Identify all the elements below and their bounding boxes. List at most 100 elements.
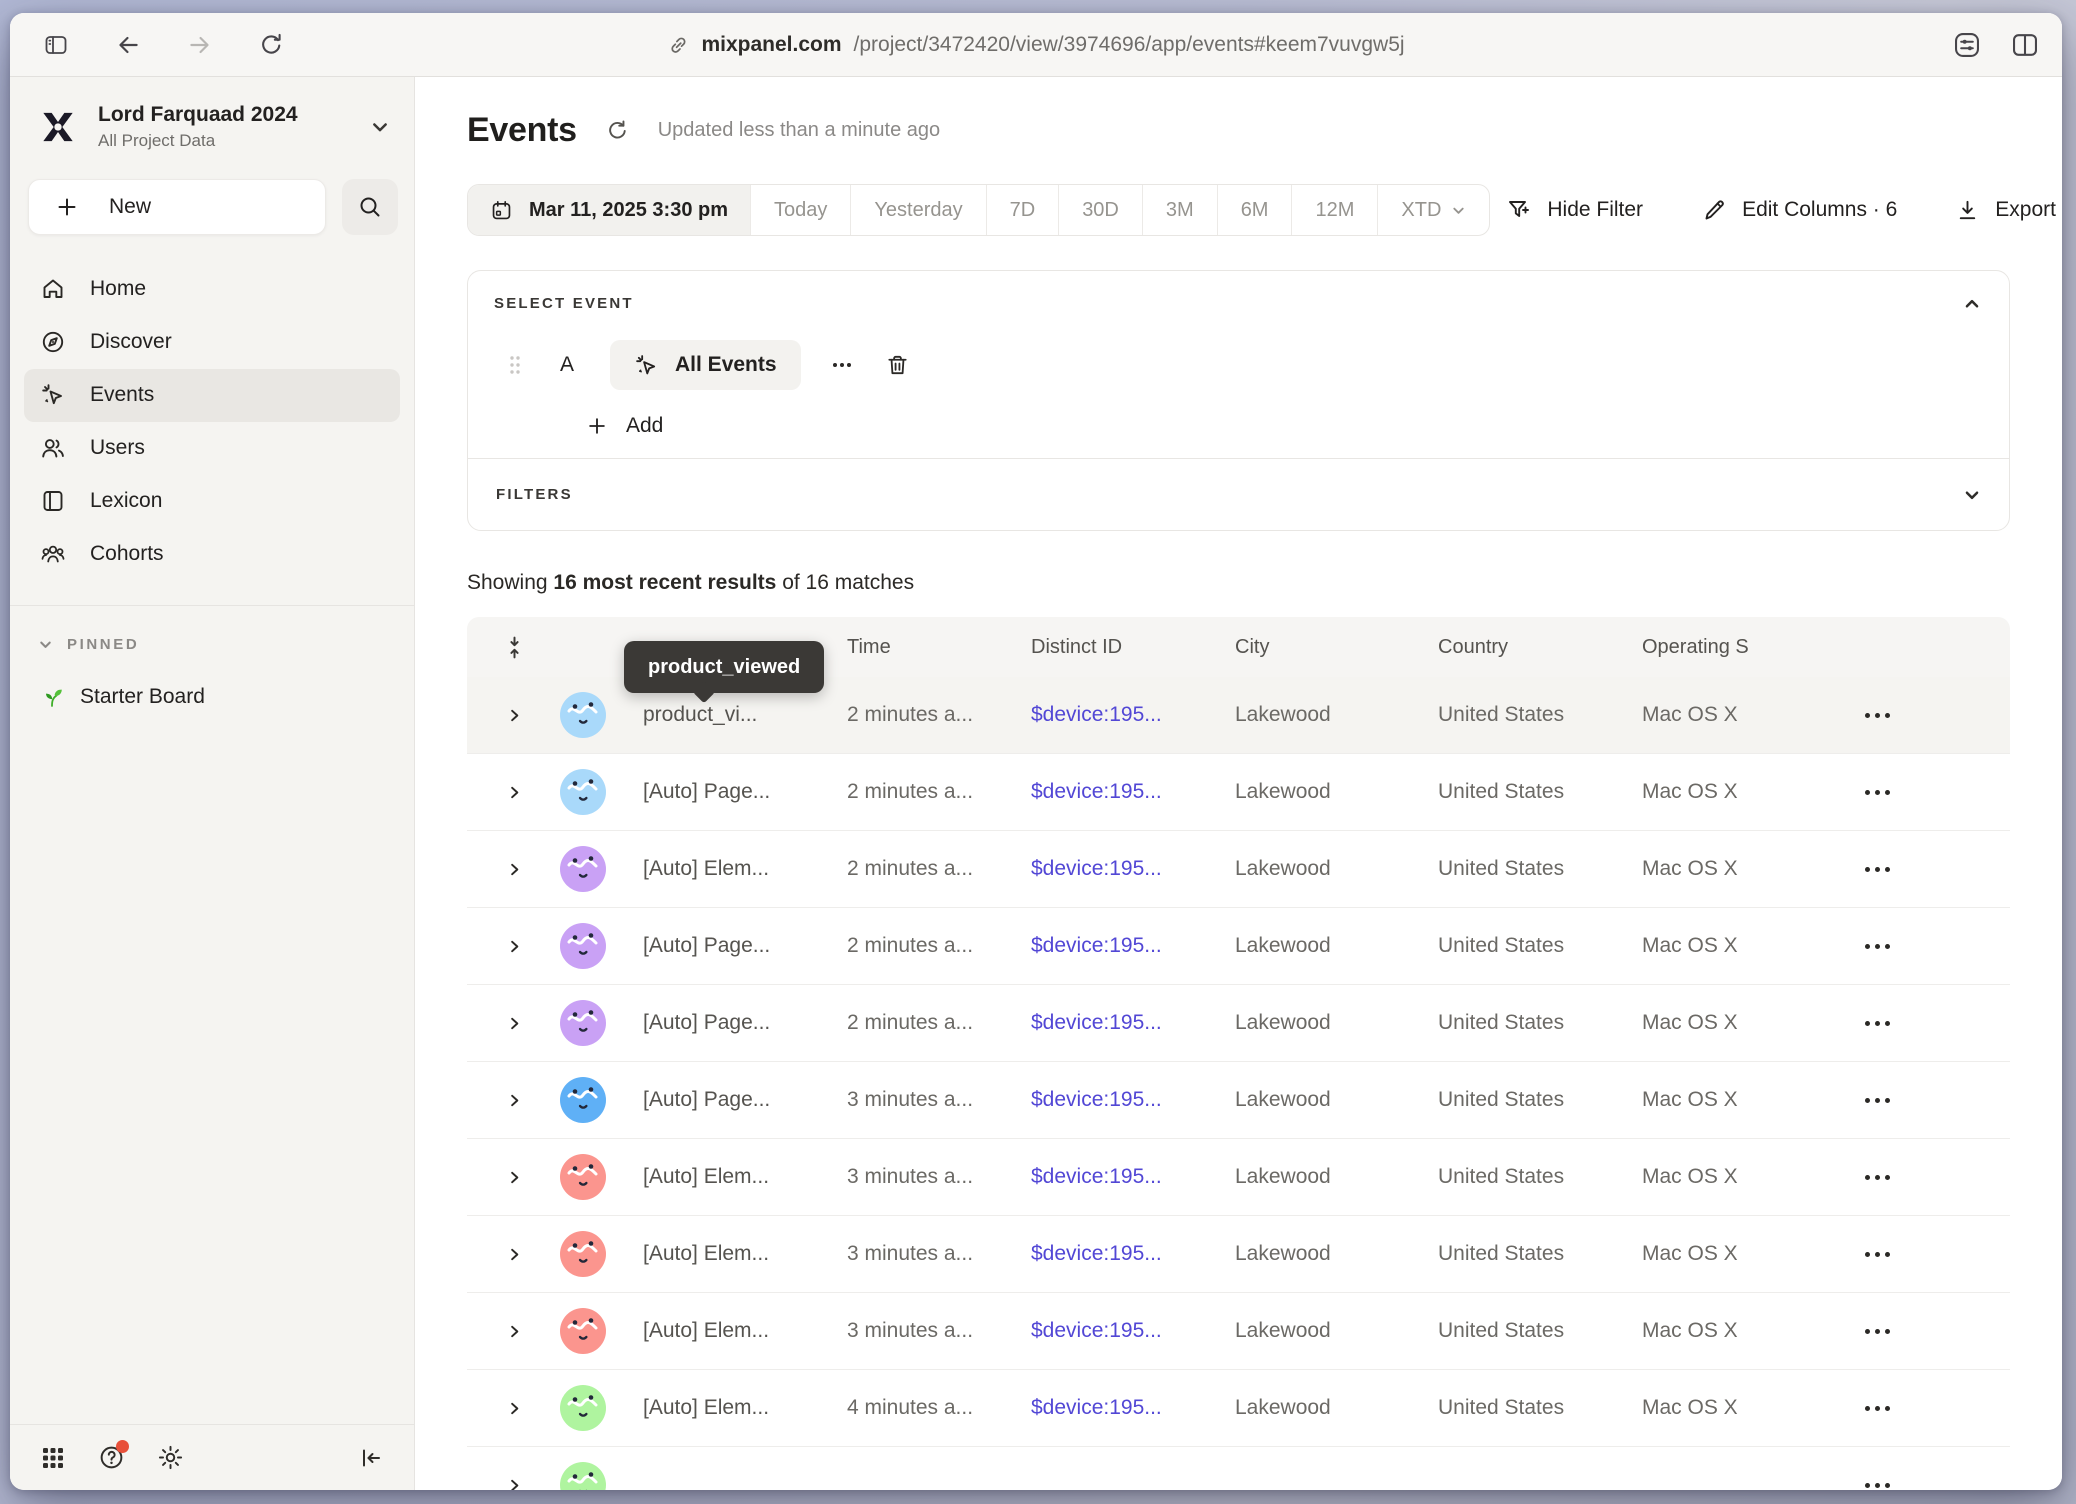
- page-settings-icon[interactable]: [1952, 30, 1982, 60]
- preset-12m[interactable]: 12M: [1291, 185, 1377, 235]
- export-button[interactable]: Export: [1955, 198, 2056, 223]
- table-row[interactable]: [Auto] Elem... 2 minutes a... $device:19…: [467, 831, 2010, 908]
- table-row[interactable]: [Auto] Elem... 3 minutes a... $device:19…: [467, 1293, 2010, 1370]
- row-more-icon[interactable]: [1812, 790, 1942, 795]
- expand-row-icon[interactable]: [491, 1324, 537, 1339]
- browser-window: mixpanel.com/project/3472420/view/397469…: [10, 13, 2062, 1490]
- preset-30d[interactable]: 30D: [1058, 185, 1142, 235]
- expand-row-icon[interactable]: [491, 1170, 537, 1185]
- row-more-icon[interactable]: [1812, 944, 1942, 949]
- sidebar-item-discover[interactable]: Discover: [24, 316, 400, 369]
- preset-today[interactable]: Today: [750, 185, 850, 235]
- event-avatar: [560, 1308, 606, 1354]
- expand-row-icon[interactable]: [491, 1016, 537, 1031]
- event-query-row: A All Events: [494, 340, 1983, 390]
- distinct-id-link[interactable]: $device:195...: [1031, 1165, 1235, 1189]
- preset-6m[interactable]: 6M: [1217, 185, 1292, 235]
- avatar-cell: [537, 1231, 629, 1277]
- chevron-up-icon[interactable]: [1963, 295, 1981, 313]
- apps-grid-icon[interactable]: [40, 1445, 66, 1471]
- event-avatar: [560, 1000, 606, 1046]
- city-cell: Lakewood: [1235, 1396, 1438, 1420]
- project-subtitle: All Project Data: [98, 131, 298, 151]
- row-more-icon[interactable]: [1812, 1252, 1942, 1257]
- row-more-icon[interactable]: [1812, 1483, 1942, 1488]
- expand-row-icon[interactable]: [491, 1093, 537, 1108]
- row-more-icon[interactable]: [1812, 867, 1942, 872]
- expand-row-icon[interactable]: [491, 1478, 537, 1491]
- project-switcher[interactable]: Lord Farquaad 2024 All Project Data: [10, 77, 414, 151]
- refresh-icon[interactable]: [605, 118, 630, 143]
- table-row[interactable]: [Auto] Elem... 3 minutes a... $device:19…: [467, 1216, 2010, 1293]
- expand-row-icon[interactable]: [491, 939, 537, 954]
- add-event-button[interactable]: Add: [586, 414, 1983, 438]
- help-button[interactable]: [98, 1444, 125, 1471]
- distinct-id-link[interactable]: $device:195...: [1031, 1242, 1235, 1266]
- collapse-rows-icon[interactable]: [491, 634, 537, 661]
- distinct-id-link[interactable]: $device:195...: [1031, 857, 1235, 881]
- sidebar-item-cohorts[interactable]: Cohorts: [24, 528, 400, 581]
- settings-gear-icon[interactable]: [157, 1444, 184, 1471]
- distinct-id-link[interactable]: $device:195...: [1031, 1088, 1235, 1112]
- preset-3m[interactable]: 3M: [1142, 185, 1217, 235]
- back-icon[interactable]: [114, 31, 142, 59]
- distinct-id-link[interactable]: $device:195...: [1031, 1396, 1235, 1420]
- sidebar-item-starter-board[interactable]: Starter Board: [10, 685, 414, 709]
- row-more-icon[interactable]: [1812, 713, 1942, 718]
- distinct-id-link[interactable]: $device:195...: [1031, 1319, 1235, 1343]
- row-more-icon[interactable]: [1812, 1021, 1942, 1026]
- sidebar-item-users[interactable]: Users: [24, 422, 400, 475]
- row-more-icon[interactable]: [1812, 1406, 1942, 1411]
- table-row[interactable]: [Auto] Elem... 4 minutes a... $device:19…: [467, 1370, 2010, 1447]
- sidebar-item-home[interactable]: Home: [24, 263, 400, 316]
- preset-7d[interactable]: 7D: [986, 185, 1059, 235]
- trash-icon[interactable]: [885, 353, 910, 378]
- forward-icon[interactable]: [186, 31, 214, 59]
- expand-row-icon[interactable]: [491, 1247, 537, 1262]
- sidebar-toggle-icon[interactable]: [42, 32, 70, 58]
- city-cell: Lakewood: [1235, 1165, 1438, 1189]
- search-button[interactable]: [342, 179, 398, 235]
- table-row[interactable]: [Auto] Elem... 3 minutes a... $device:19…: [467, 1139, 2010, 1216]
- split-view-icon[interactable]: [2010, 30, 2040, 60]
- city-cell: Lakewood: [1235, 1319, 1438, 1343]
- sidebar-item-events[interactable]: Events: [24, 369, 400, 422]
- reload-icon[interactable]: [258, 31, 285, 58]
- expand-row-icon[interactable]: [491, 862, 537, 877]
- distinct-id-link[interactable]: $device:195...: [1031, 934, 1235, 958]
- expand-row-icon[interactable]: [491, 785, 537, 800]
- date-picker-button[interactable]: Mar 11, 2025 3:30 pm: [468, 185, 750, 235]
- expand-row-icon[interactable]: [491, 1401, 537, 1416]
- row-more-icon[interactable]: [1812, 1329, 1942, 1334]
- os-cell: Mac OS X: [1642, 1396, 1812, 1420]
- chevron-down-icon[interactable]: [1963, 486, 1981, 504]
- table-row[interactable]: [Auto] Page... 2 minutes a... $device:19…: [467, 908, 2010, 985]
- preset-yesterday[interactable]: Yesterday: [850, 185, 985, 235]
- collapse-sidebar-icon[interactable]: [358, 1445, 384, 1471]
- preset-xtd[interactable]: XTD: [1377, 185, 1489, 235]
- distinct-id-link[interactable]: $device:195...: [1031, 780, 1235, 804]
- city-cell: Lakewood: [1235, 934, 1438, 958]
- event-selector-chip[interactable]: All Events: [610, 340, 801, 390]
- pinned-section-header[interactable]: PINNED: [10, 636, 414, 653]
- url-bar[interactable]: mixpanel.com/project/3472420/view/397469…: [667, 33, 1404, 57]
- table-row[interactable]: [Auto] Page... 2 minutes a... $device:19…: [467, 985, 2010, 1062]
- new-button[interactable]: New: [28, 179, 326, 235]
- edit-columns-button[interactable]: Edit Columns · 6: [1701, 197, 1897, 223]
- more-options-icon[interactable]: [831, 354, 853, 376]
- row-more-icon[interactable]: [1812, 1175, 1942, 1180]
- table-row[interactable]: [467, 1447, 2010, 1490]
- table-row[interactable]: [Auto] Page... 2 minutes a... $device:19…: [467, 754, 2010, 831]
- row-more-icon[interactable]: [1812, 1098, 1942, 1103]
- seedling-icon: [40, 685, 64, 709]
- sidebar-item-lexicon[interactable]: Lexicon: [24, 475, 400, 528]
- table-row[interactable]: [Auto] Page... 3 minutes a... $device:19…: [467, 1062, 2010, 1139]
- filter-plus-icon: [1506, 197, 1532, 223]
- expand-row-icon[interactable]: [491, 708, 537, 723]
- preset-label: 6M: [1241, 199, 1269, 222]
- hide-filter-button[interactable]: Hide Filter: [1506, 197, 1643, 223]
- drag-handle-icon[interactable]: [508, 354, 522, 376]
- distinct-id-link[interactable]: $device:195...: [1031, 1011, 1235, 1035]
- distinct-id-link[interactable]: $device:195...: [1031, 703, 1235, 727]
- time-cell: 3 minutes a...: [847, 1165, 1031, 1189]
